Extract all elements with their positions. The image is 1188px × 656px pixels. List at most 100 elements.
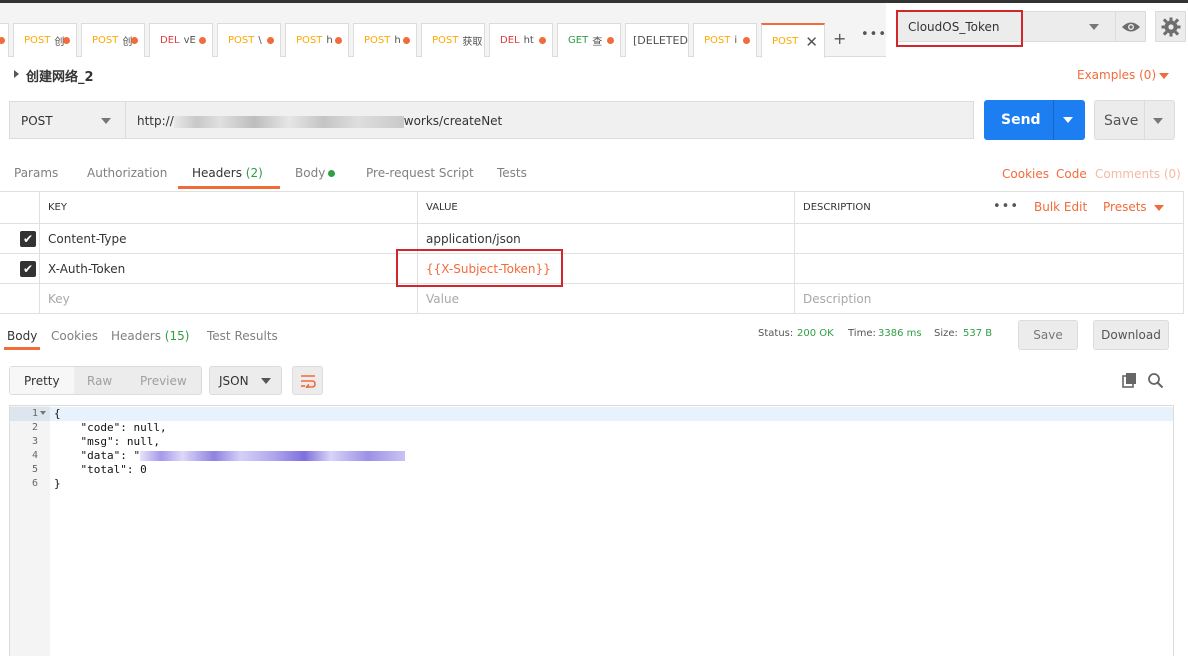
checkbox-checked[interactable]: ✔ (20, 260, 36, 277)
code-line: } (54, 477, 61, 490)
value-input[interactable]: Value (418, 284, 795, 313)
chevron-down-icon[interactable] (1159, 73, 1169, 79)
new-tab-plus-icon[interactable]: + (833, 29, 846, 48)
download-button[interactable]: Download (1093, 320, 1169, 350)
request-tab[interactable]: DEL vE (149, 23, 213, 57)
request-tab[interactable]: GET 查 (557, 23, 621, 57)
more-options-dots-icon[interactable]: ••• (993, 199, 1019, 214)
response-headers-count: (15) (164, 329, 190, 343)
tab-prerequest-script[interactable]: Pre-request Script (366, 166, 474, 180)
environment-settings-button[interactable] (1155, 11, 1186, 42)
send-label: Send (1001, 112, 1041, 128)
presets-link[interactable]: Presets (1103, 200, 1147, 214)
annotation-highlight-box (896, 10, 1023, 47)
body-indicator-dot (328, 170, 335, 177)
fold-caret-icon[interactable] (40, 411, 46, 415)
line-number: 1 (31, 408, 38, 419)
table-row: ✔ X-Auth-Token {{X-Subject-Token}} (0, 254, 1184, 284)
url-prefix: http:// (137, 114, 174, 128)
response-body-editor[interactable]: 1 2 3 4 5 6 { "code": null, "msg": null,… (9, 405, 1174, 656)
header-description[interactable] (795, 224, 1184, 253)
tab-tests[interactable]: Tests (497, 166, 527, 180)
tab-headers-count: (2) (245, 166, 263, 180)
chevron-down-icon[interactable] (1153, 118, 1163, 124)
size-value: 537 B (963, 328, 993, 339)
format-select[interactable]: JSON (209, 366, 282, 395)
checkbox-checked[interactable]: ✔ (20, 230, 36, 247)
response-tab-cookies[interactable]: Cookies (51, 329, 98, 343)
active-line-highlight (10, 407, 1173, 421)
unsaved-dot (0, 37, 5, 44)
request-tab[interactable]: POST \ (217, 23, 281, 57)
environment-quick-look-button[interactable] (1115, 11, 1146, 42)
data-redacted-blur (140, 451, 406, 461)
request-tab[interactable]: [DELETED] (625, 23, 689, 57)
send-button[interactable]: Send (984, 100, 1085, 140)
code-line: "total": 0 (54, 463, 147, 476)
header-key[interactable]: Content-Type (40, 224, 418, 253)
tab-title: i (734, 35, 738, 46)
response-tab-test-results[interactable]: Test Results (207, 329, 278, 343)
line-number: 2 (31, 422, 38, 433)
wrap-lines-button[interactable] (292, 366, 323, 395)
bulk-edit-link[interactable]: Bulk Edit (1034, 200, 1087, 214)
tab-method: POST (364, 35, 391, 46)
table-cell: ✔ (0, 254, 40, 283)
tab-authorization[interactable]: Authorization (87, 166, 167, 180)
tab-method: POST (296, 35, 323, 46)
chevron-down-icon[interactable] (1154, 205, 1164, 211)
examples-link[interactable]: Examples (0) (1077, 68, 1156, 82)
unsaved-dot (539, 37, 546, 44)
request-tab-partial[interactable] (0, 23, 9, 57)
request-tab[interactable]: DEL ht (489, 23, 553, 57)
response-tab-headers[interactable]: Headers (15) (111, 329, 189, 343)
response-tab-body[interactable]: Body (7, 329, 37, 343)
comments-link[interactable]: Comments (0) (1095, 167, 1181, 181)
save-response-button[interactable]: Save (1018, 320, 1078, 350)
more-tabs-dots-icon[interactable]: ••• (861, 27, 887, 42)
request-tab[interactable]: POST 创 (13, 23, 77, 57)
tab-method: POST (92, 35, 119, 46)
url-text: http:// works/createNet (137, 114, 502, 128)
url-input[interactable]: http:// works/createNet (125, 101, 974, 139)
header-key[interactable]: X-Auth-Token (40, 254, 418, 283)
table-row: ✔ Content-Type application/json (0, 224, 1184, 254)
collapse-caret-icon[interactable] (14, 70, 19, 78)
code-link[interactable]: Code (1056, 167, 1087, 181)
chevron-down-icon[interactable] (1063, 117, 1073, 123)
view-preview[interactable]: Preview (140, 374, 187, 388)
key-input[interactable]: Key (40, 284, 418, 313)
header-description[interactable] (795, 254, 1184, 283)
line-number: 3 (31, 436, 38, 447)
cookies-link[interactable]: Cookies (1002, 167, 1049, 181)
tab-title: 获取 (462, 37, 483, 48)
request-tab[interactable]: POST h (353, 23, 417, 57)
view-mode-group: Pretty Raw Preview (9, 366, 202, 395)
request-tab[interactable]: POST 获取 (421, 23, 485, 57)
request-tab[interactable]: POST 创 (81, 23, 145, 57)
search-icon[interactable] (1147, 372, 1164, 389)
column-key: KEY (40, 192, 418, 223)
request-name[interactable]: 创建网络_2 (26, 66, 94, 85)
chevron-down-icon (261, 378, 271, 384)
tab-method: POST (432, 35, 459, 46)
request-tab[interactable]: POST h (285, 23, 349, 57)
method-select[interactable]: POST (9, 101, 126, 139)
line-number: 5 (31, 464, 38, 475)
save-button[interactable]: Save (1094, 100, 1175, 140)
view-raw[interactable]: Raw (87, 374, 112, 388)
description-input[interactable]: Description (795, 284, 1184, 313)
eye-icon (1121, 22, 1140, 31)
time-value: 3386 ms (878, 328, 922, 339)
close-icon[interactable]: ✕ (805, 33, 818, 51)
tab-body[interactable]: Body (295, 166, 325, 180)
tab-headers[interactable]: Headers (2) (192, 166, 263, 180)
tab-params[interactable]: Params (14, 166, 58, 180)
request-tab[interactable]: POST i (693, 23, 757, 57)
url-suffix: works/createNet (403, 114, 503, 128)
chevron-down-icon (1089, 24, 1099, 30)
copy-icon[interactable] (1122, 372, 1138, 388)
view-pretty[interactable]: Pretty (24, 374, 60, 388)
request-tab-active[interactable]: POST ✕ (761, 23, 825, 58)
unsaved-dot (63, 37, 70, 44)
